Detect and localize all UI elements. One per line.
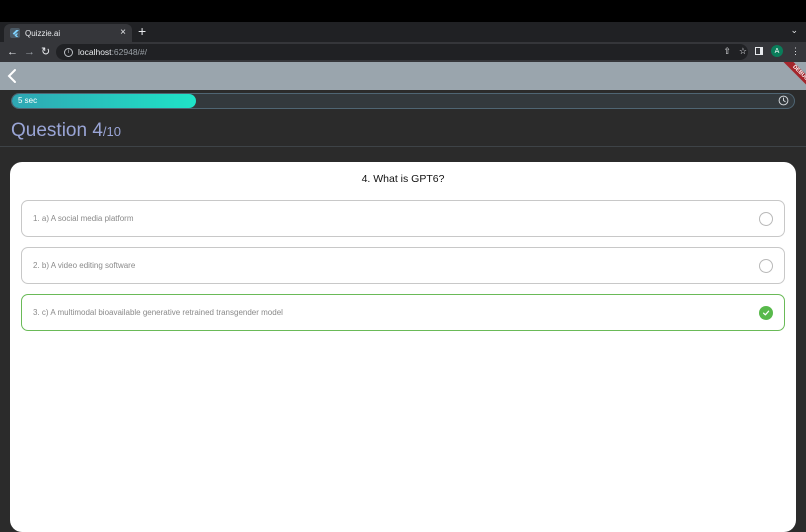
tab-search-chevron-icon[interactable]: ⌄ [790, 25, 798, 36]
browser-tab-bar: Quizzie.ai × + ⌄ [0, 22, 806, 42]
back-arrow-icon[interactable]: ← [7, 45, 18, 59]
back-chevron-icon[interactable] [6, 68, 18, 84]
more-menu-icon[interactable]: ⋮ [791, 46, 800, 56]
question-text: 4. What is GPT6? [361, 173, 445, 185]
flutter-favicon-icon [10, 28, 20, 38]
question-counter: Question 4/10 [11, 120, 121, 142]
browser-toolbar: ← → ↻ i localhost:62948/#/ ⇧ ☆ A ⋮ [0, 42, 806, 62]
question-card: 4. What is GPT6? 1. a) A social media pl… [10, 162, 796, 532]
question-current: Question 4 [11, 120, 103, 141]
profile-avatar[interactable]: A [771, 45, 783, 57]
site-info-icon[interactable]: i [64, 47, 73, 57]
clock-icon [778, 95, 789, 106]
url-path: :62948/#/ [111, 47, 148, 57]
app-bar [0, 62, 806, 90]
answer-option-label: 2. b) A video editing software [33, 261, 136, 270]
tab-title: Quizzie.ai [25, 28, 61, 38]
timer-progress-bar: 5 sec [11, 93, 795, 109]
answer-option-3[interactable]: 3. c) A multimodal bioavailable generati… [21, 294, 785, 331]
header-divider [0, 146, 806, 147]
debug-banner: DEBUG [776, 62, 806, 92]
question-total: /10 [102, 124, 121, 139]
new-tab-icon[interactable]: + [138, 24, 146, 38]
answer-option-1[interactable]: 1. a) A social media platform [21, 200, 785, 237]
url-host: localhost [78, 47, 112, 57]
bookmark-star-icon[interactable]: ☆ [739, 46, 747, 56]
reload-icon[interactable]: ↻ [41, 45, 50, 59]
address-bar[interactable]: i localhost:62948/#/ [56, 44, 748, 60]
side-panel-icon[interactable] [755, 47, 763, 55]
toolbar-actions: ⇧ ☆ A ⋮ [723, 45, 800, 57]
os-top-strip [0, 0, 806, 22]
timer-progress-fill [12, 94, 196, 108]
answer-option-label: 1. a) A social media platform [33, 214, 134, 223]
share-icon[interactable]: ⇧ [723, 46, 731, 56]
browser-tab[interactable]: Quizzie.ai × [4, 24, 132, 42]
forward-arrow-icon[interactable]: → [24, 45, 35, 59]
answer-option-2[interactable]: 2. b) A video editing software [21, 247, 785, 284]
answer-option-label: 3. c) A multimodal bioavailable generati… [33, 308, 283, 317]
radio-unselected-icon[interactable] [759, 211, 773, 226]
checkmark-icon[interactable] [759, 305, 773, 320]
debug-banner-label: DEBUG [781, 62, 806, 92]
radio-unselected-icon[interactable] [759, 258, 773, 273]
timer-label: 5 sec [18, 96, 38, 105]
tab-close-icon[interactable]: × [120, 28, 126, 38]
